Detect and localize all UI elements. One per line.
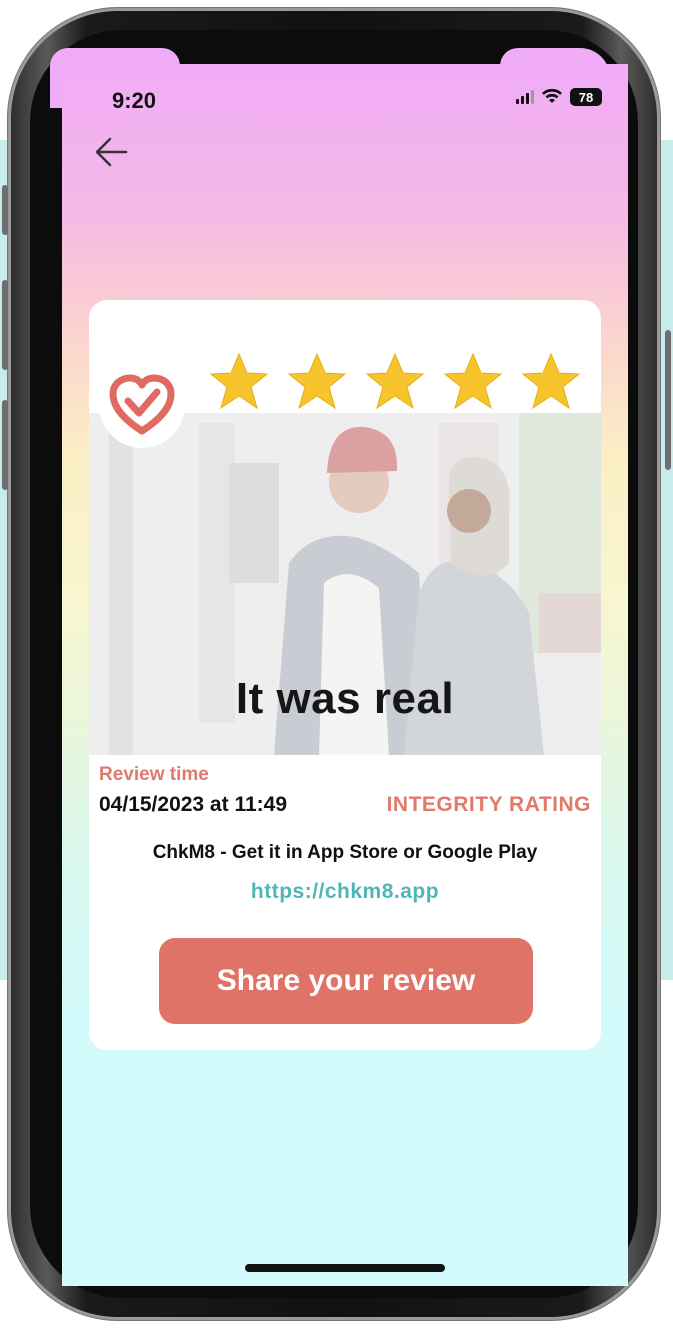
brand-badge bbox=[99, 362, 185, 448]
review-card: It was real Review time 04/15/2023 at 11… bbox=[89, 300, 601, 1050]
star-icon bbox=[521, 352, 581, 410]
review-time-label: Review time bbox=[99, 764, 209, 785]
share-review-button[interactable]: Share your review bbox=[159, 938, 533, 1024]
review-headline: It was real bbox=[235, 674, 455, 723]
app-url-link[interactable]: https://chkm8.app bbox=[89, 880, 601, 904]
power-button bbox=[665, 330, 671, 470]
status-time: 9:20 bbox=[112, 88, 157, 113]
review-photo: It was real bbox=[89, 413, 601, 755]
integrity-rating-label: INTEGRITY RATING bbox=[386, 793, 591, 816]
volume-up-button bbox=[2, 280, 8, 370]
status-icons: 78 bbox=[516, 88, 602, 106]
app-screen: 9:20 78 It was real Review time 04/15/20… bbox=[62, 64, 628, 1286]
volume-down-button bbox=[2, 400, 8, 490]
mute-switch bbox=[2, 185, 8, 235]
heart-check-icon bbox=[109, 374, 175, 435]
wifi-icon bbox=[542, 89, 562, 103]
star-rating bbox=[209, 352, 581, 412]
star-icon bbox=[443, 352, 503, 410]
battery-icon: 78 bbox=[570, 88, 602, 106]
app-promo-text: ChkM8 - Get it in App Store or Google Pl… bbox=[152, 842, 538, 863]
star-icon bbox=[287, 352, 347, 410]
star-icon bbox=[365, 352, 425, 410]
cellular-signal-icon bbox=[516, 90, 534, 104]
star-icon bbox=[209, 352, 269, 410]
review-time-value: 04/15/2023 at 11:49 bbox=[99, 793, 287, 816]
back-button[interactable] bbox=[92, 134, 132, 170]
arrow-left-icon bbox=[95, 137, 128, 167]
home-indicator[interactable] bbox=[245, 1264, 445, 1272]
